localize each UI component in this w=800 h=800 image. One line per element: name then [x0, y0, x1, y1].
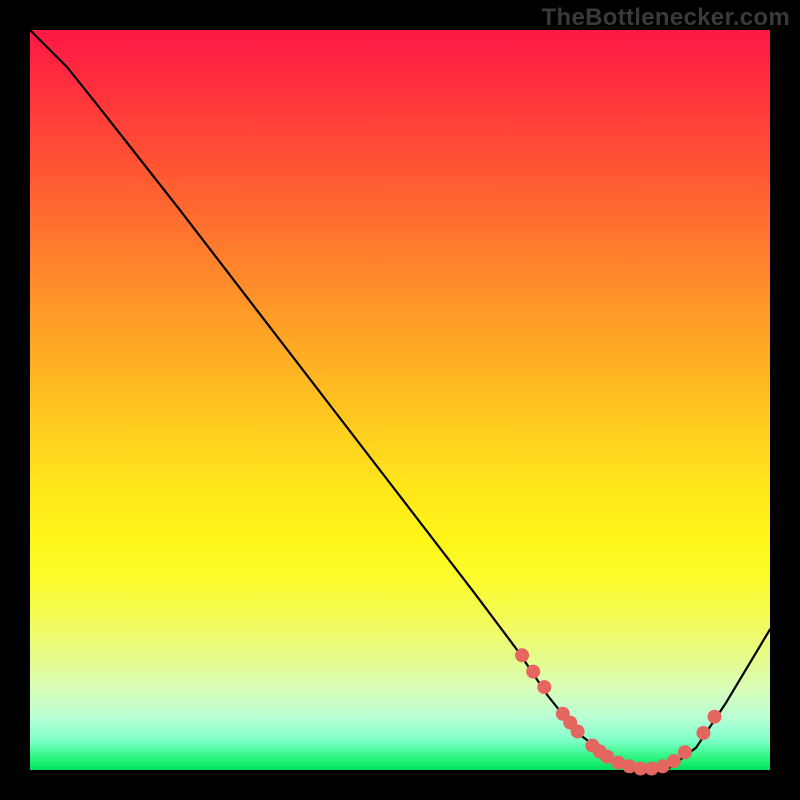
highlight-point: [708, 710, 722, 724]
highlight-point: [667, 754, 681, 768]
highlight-point: [678, 745, 692, 759]
highlight-point: [571, 725, 585, 739]
plot-area: [30, 30, 770, 770]
curve-layer: [30, 30, 770, 770]
chart-frame: TheBottlenecker.com: [0, 0, 800, 800]
highlight-markers: [515, 648, 721, 775]
bottleneck-curve: [30, 30, 770, 770]
watermark-text: TheBottlenecker.com: [542, 4, 790, 32]
highlight-point: [526, 665, 540, 679]
highlight-point: [537, 680, 551, 694]
highlight-point: [515, 648, 529, 662]
highlight-point: [696, 726, 710, 740]
